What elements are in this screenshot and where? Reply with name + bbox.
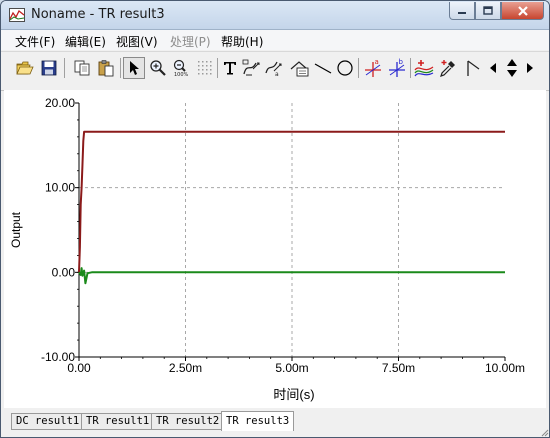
text-tool-button[interactable] (219, 57, 241, 79)
paste-button[interactable] (95, 57, 117, 79)
paste-icon (98, 60, 114, 77)
scroll-updown-button[interactable] (503, 57, 521, 79)
app-icon (9, 8, 25, 22)
series-line-2 (78, 267, 505, 285)
annotate-curve-2-button[interactable]: a (263, 57, 285, 79)
svg-text:100%: 100% (174, 72, 189, 77)
result-tabs: DC result1 TR result1 TR result2 TR resu… (1, 410, 549, 437)
x-tick-label: 2.50m (169, 361, 202, 375)
annotate-curve-2-icon: a (265, 61, 282, 77)
toolbar-separator (64, 58, 65, 78)
toolbar-separator (120, 58, 121, 78)
pointer-button[interactable] (123, 57, 145, 79)
app-window: Noname - TR result3 文件(F) 编辑(E) 视图(V) 处理… (0, 0, 550, 438)
minimize-button[interactable] (449, 2, 475, 20)
ellipse-tool-button[interactable] (334, 57, 356, 79)
x-axis-label: 时间(s) (273, 387, 314, 402)
grid-button[interactable] (194, 57, 216, 79)
tick-labels: 0.00 2.50m 5.00m 7.50m 10.00m20.0010.000.00-… (41, 96, 525, 375)
tab-tr-result1[interactable]: TR result1 (81, 413, 155, 430)
annotate-curve-button[interactable] (241, 57, 263, 79)
y-tick-label: 0.00 (52, 265, 76, 279)
y-tick-label: 10.00 (45, 181, 75, 195)
menu-file[interactable]: 文件(F) (15, 33, 55, 50)
scroll-right-icon (527, 63, 533, 73)
toolbar-separator (410, 58, 411, 78)
tab-tr-result2[interactable]: TR result2 (151, 413, 225, 430)
open-button[interactable] (14, 57, 36, 79)
ellipse-tool-icon (337, 60, 353, 76)
annotate-curve-icon (242, 59, 260, 76)
line-tool-button[interactable] (312, 57, 334, 79)
toolbar-separator (358, 58, 359, 78)
close-icon (517, 5, 528, 16)
y-tick-label: 20.00 (45, 96, 75, 110)
svg-text:a: a (375, 58, 379, 66)
maximize-button[interactable] (475, 2, 501, 20)
flag-button[interactable] (462, 57, 484, 79)
save-button[interactable] (38, 57, 60, 79)
y-tick-label: -10.00 (41, 350, 75, 364)
menu-edit[interactable]: 编辑(E) (65, 33, 106, 50)
menu-process[interactable]: 处理(P) (170, 33, 211, 50)
toolbar-separator (217, 58, 218, 78)
svg-text:b: b (399, 58, 404, 66)
x-tick-label: 10.00m (485, 361, 525, 375)
grid-lines (79, 103, 505, 357)
maximize-icon (483, 6, 493, 15)
menu-view[interactable]: 视图(V) (116, 33, 158, 50)
text-tool-icon (224, 62, 236, 75)
tab-dc-result1[interactable]: DC result1 (11, 413, 85, 430)
toolbar: 100% a a b (1, 51, 549, 91)
zoom-in-button[interactable] (147, 57, 169, 79)
scroll-updown-icon (507, 59, 517, 77)
copy-icon (74, 60, 90, 76)
close-button[interactable] (501, 2, 544, 20)
window-title: Noname - TR result3 (31, 7, 165, 22)
menu-bar: 文件(F) 编辑(E) 视图(V) 处理(P) 帮助(H) (1, 30, 549, 50)
x-tick-label: 5.00m (275, 361, 308, 375)
tab-tr-result3[interactable]: TR result3 (221, 411, 295, 431)
copy-button[interactable] (71, 57, 93, 79)
pointer-icon (130, 61, 139, 75)
cursor-b-icon: b (389, 58, 405, 77)
annotate-box-icon (290, 61, 309, 77)
zoom-100-icon: 100% (173, 59, 189, 77)
cursor-a-button[interactable]: a (362, 57, 384, 79)
annotate-box-button[interactable] (289, 57, 311, 79)
zoom-100-button[interactable]: 100% (170, 57, 192, 79)
menu-help[interactable]: 帮助(H) (221, 33, 263, 50)
svg-text:a: a (275, 71, 279, 77)
scroll-right-button[interactable] (523, 57, 537, 79)
cursor-a-icon: a (365, 58, 381, 77)
resize-grip[interactable] (539, 427, 549, 437)
add-curve-icon (414, 60, 434, 77)
scroll-left-icon (490, 63, 496, 73)
title-bar[interactable]: Noname - TR result3 (1, 1, 549, 30)
chart[interactable]: 0.00 2.50m 5.00m 7.50m 10.00m20.0010.000.00-… (4, 90, 546, 408)
line-tool-icon (314, 63, 332, 74)
plot-area[interactable]: 0.00 2.50m 5.00m 7.50m 10.00m 20.00 10.00 0.00-… (4, 90, 546, 408)
minimize-icon (458, 11, 466, 14)
scroll-left-button[interactable] (486, 57, 500, 79)
save-icon (41, 60, 57, 76)
zoom-in-icon (150, 60, 166, 76)
cursor-b-button[interactable]: b (386, 57, 408, 79)
add-curve-button[interactable] (413, 57, 435, 79)
color-picker-icon (440, 60, 455, 77)
grid-icon (198, 61, 212, 75)
x-tick-label: 7.50m (382, 361, 415, 375)
color-picker-button[interactable] (437, 57, 459, 79)
y-axis-label: Output (9, 211, 23, 248)
open-folder-icon (16, 61, 34, 75)
flag-icon (467, 60, 480, 76)
axes (75, 102, 506, 361)
